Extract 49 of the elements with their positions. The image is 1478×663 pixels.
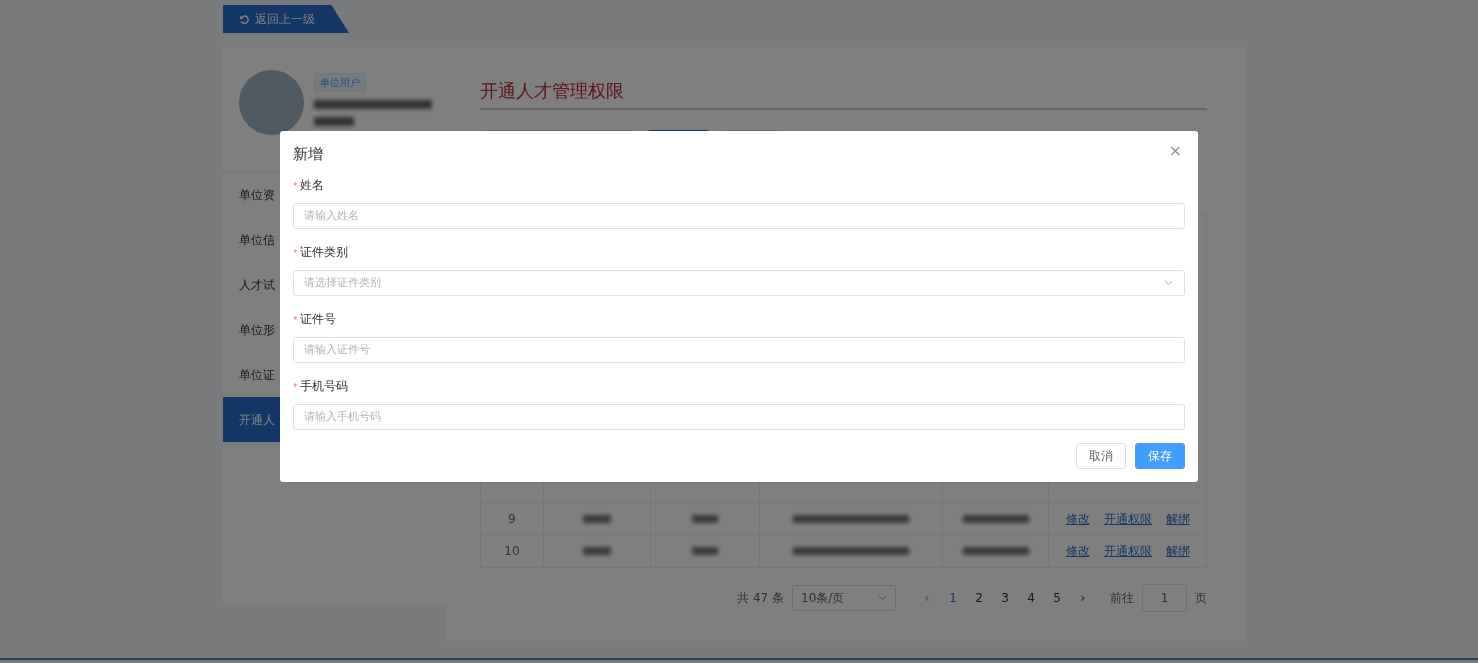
action-link[interactable]: 修改 [1065, 509, 1090, 528]
field-label: 姓名 [299, 177, 324, 192]
cancel-button[interactable]: 取消 [1076, 443, 1126, 469]
page-number[interactable]: 1 [944, 589, 962, 607]
input-field[interactable]: 请输入证件号 [293, 336, 1185, 363]
blurred-text [582, 547, 611, 555]
chevron-down-icon [878, 595, 887, 601]
page-input[interactable]: 1 [1142, 584, 1187, 612]
undo-icon [239, 13, 250, 25]
table-cell-text: 10 [504, 543, 520, 560]
action-link[interactable]: 解绑 [1165, 542, 1190, 560]
page-size-select[interactable]: 10条/页 [792, 585, 896, 611]
action-link[interactable]: 解绑 [1165, 509, 1190, 528]
field-label: 证件号 [299, 311, 336, 326]
blurred-text [582, 514, 611, 523]
blurred-text [314, 117, 354, 126]
dialog-title: 新增 [293, 144, 323, 165]
page-suffix: 页 [1195, 590, 1207, 607]
input-field[interactable]: 请输入手机号码 [293, 403, 1185, 430]
action-link[interactable]: 开通权限 [1103, 509, 1152, 528]
table-cell-text: 9 [508, 510, 516, 528]
input-field[interactable]: 请输入姓名 [293, 202, 1185, 229]
blurred-text [962, 547, 1029, 555]
select-field[interactable]: 请选择证件类别 [293, 269, 1185, 296]
goto-label: 前往 [1110, 590, 1134, 607]
total-count: 共 47 条 [737, 590, 784, 607]
required-mark: * [293, 180, 298, 191]
page-title: 开通人才管理权限 [480, 77, 1207, 110]
field-label: 证件类别 [299, 244, 348, 259]
close-button[interactable]: × [1164, 139, 1186, 163]
user-type-tag: 单位用户 [314, 73, 366, 92]
field-label: 手机号码 [299, 378, 348, 393]
action-link[interactable]: 修改 [1065, 542, 1090, 560]
blurred-text [962, 514, 1029, 523]
blurred-text [691, 514, 718, 523]
page-number[interactable]: 2 [970, 589, 988, 607]
required-mark: * [293, 247, 298, 258]
back-button[interactable]: 返回上一级 [223, 5, 349, 33]
page-number[interactable]: 5 [1048, 589, 1066, 607]
prev-page-button[interactable]: ‹ [918, 589, 936, 607]
required-mark: * [293, 314, 298, 325]
chevron-down-icon [1164, 279, 1173, 286]
required-mark: * [293, 381, 298, 392]
next-page-button[interactable]: › [1074, 589, 1092, 607]
page-number[interactable]: 3 [996, 589, 1014, 607]
page-number[interactable]: 4 [1022, 589, 1040, 607]
blurred-text [691, 547, 718, 555]
save-button[interactable]: 保存 [1135, 443, 1185, 469]
action-link[interactable]: 开通权限 [1103, 542, 1152, 560]
